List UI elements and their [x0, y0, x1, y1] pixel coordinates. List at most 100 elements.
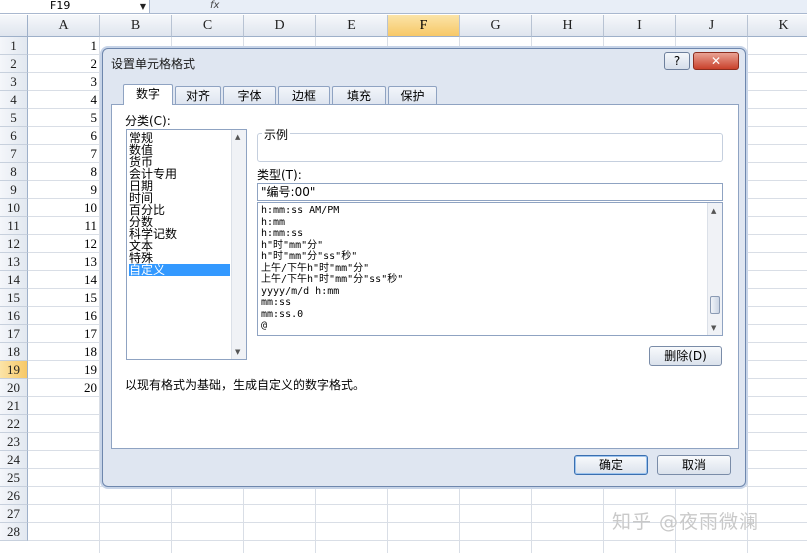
row-header[interactable]: 19	[0, 361, 28, 379]
cell[interactable]: 10	[28, 199, 100, 217]
cancel-button[interactable]: 取消	[657, 455, 731, 475]
dialog-title: 设置单元格格式	[111, 57, 196, 71]
row-header[interactable]: 20	[0, 379, 28, 397]
cell[interactable]: 11	[28, 217, 100, 235]
row-header[interactable]: 22	[0, 415, 28, 433]
category-scrollbar[interactable]: ▲ ▼	[231, 130, 246, 359]
row-header[interactable]: 28	[0, 523, 28, 541]
row-header[interactable]: 13	[0, 253, 28, 271]
scroll-thumb[interactable]	[710, 296, 720, 314]
select-all-corner[interactable]	[0, 15, 28, 37]
column-header[interactable]: I	[604, 15, 676, 37]
scroll-up-icon[interactable]: ▲	[235, 133, 240, 141]
tab-6[interactable]: 保护	[388, 86, 437, 105]
close-button[interactable]: ✕	[693, 52, 739, 70]
row-header[interactable]: 15	[0, 289, 28, 307]
column-header[interactable]: E	[316, 15, 388, 37]
cell[interactable]: 15	[28, 289, 100, 307]
row-header[interactable]: 10	[0, 199, 28, 217]
type-input[interactable]: "编号:00"	[257, 183, 723, 201]
row-header[interactable]: 5	[0, 109, 28, 127]
column-header[interactable]: A	[28, 15, 100, 37]
row-header[interactable]: 7	[0, 145, 28, 163]
formula-bar: F19 ▼ fx	[0, 0, 807, 14]
category-item[interactable]: 自定义	[129, 264, 230, 276]
cell[interactable]: 19	[28, 361, 100, 379]
row-header[interactable]: 4	[0, 91, 28, 109]
format-item[interactable]: h:mm:ss	[261, 228, 303, 239]
column-header[interactable]: G	[460, 15, 532, 37]
ok-button[interactable]: 确定	[574, 455, 648, 475]
scroll-down-icon[interactable]: ▼	[711, 324, 716, 332]
cell[interactable]: 1	[28, 37, 100, 55]
format-item[interactable]: h"时"mm"分"	[261, 240, 323, 251]
row-header[interactable]: 26	[0, 487, 28, 505]
row-header[interactable]: 2	[0, 55, 28, 73]
row-header[interactable]: 24	[0, 451, 28, 469]
cell[interactable]: 6	[28, 127, 100, 145]
row-header[interactable]: 23	[0, 433, 28, 451]
column-header[interactable]: B	[100, 15, 172, 37]
fx-icon[interactable]: fx	[210, 0, 219, 12]
row-header[interactable]: 14	[0, 271, 28, 289]
format-item[interactable]: h:mm	[261, 217, 285, 228]
column-header[interactable]: J	[676, 15, 748, 37]
column-header[interactable]: F	[388, 15, 460, 37]
tab-1[interactable]: 数字	[123, 84, 173, 105]
row-header[interactable]: 27	[0, 505, 28, 523]
row-header[interactable]: 11	[0, 217, 28, 235]
sample-box	[257, 133, 723, 162]
cell[interactable]: 16	[28, 307, 100, 325]
format-item[interactable]: 上午/下午h"时"mm"分"	[261, 263, 369, 274]
row-header[interactable]: 12	[0, 235, 28, 253]
format-list[interactable]: h:mm:ss AM/PM h:mm h:mm:ss h"时"mm"分" h"时"mm"…	[257, 202, 723, 336]
cell[interactable]: 3	[28, 73, 100, 91]
cell[interactable]: 9	[28, 181, 100, 199]
cell[interactable]: 4	[28, 91, 100, 109]
row-header[interactable]: 17	[0, 325, 28, 343]
column-header[interactable]: C	[172, 15, 244, 37]
tab-2[interactable]: 对齐	[175, 86, 221, 105]
row-header[interactable]: 9	[0, 181, 28, 199]
column-header[interactable]: D	[244, 15, 316, 37]
row-header[interactable]: 6	[0, 127, 28, 145]
format-item[interactable]: h"时"mm"分"ss"秒"	[261, 251, 357, 262]
tab-4[interactable]: 边框	[278, 86, 330, 105]
cell[interactable]: 5	[28, 109, 100, 127]
name-box[interactable]: F19 ▼	[0, 0, 150, 13]
cell[interactable]: 7	[28, 145, 100, 163]
format-item[interactable]: @	[261, 320, 267, 331]
help-button[interactable]: ?	[664, 52, 690, 70]
tab-5[interactable]: 填充	[332, 86, 386, 105]
row-header[interactable]: 16	[0, 307, 28, 325]
cell[interactable]: 17	[28, 325, 100, 343]
format-scrollbar[interactable]: ▲ ▼	[707, 203, 722, 335]
cell[interactable]: 12	[28, 235, 100, 253]
category-label: 分类(C):	[125, 114, 171, 128]
row-header[interactable]: 18	[0, 343, 28, 361]
cell[interactable]: 8	[28, 163, 100, 181]
cell[interactable]: 20	[28, 379, 100, 397]
cell[interactable]: 18	[28, 343, 100, 361]
format-item[interactable]: mm:ss.0	[261, 309, 303, 320]
scroll-down-icon[interactable]: ▼	[235, 348, 240, 356]
row-header[interactable]: 25	[0, 469, 28, 487]
category-list[interactable]: 常规 数值 货币 会计专用 日期 时间 百分比 分数 科学记数 文本 特殊 自定义 ▲ ▼	[126, 129, 247, 360]
delete-button[interactable]: 删除(D)	[649, 346, 722, 366]
cell[interactable]: 2	[28, 55, 100, 73]
row-header[interactable]: 8	[0, 163, 28, 181]
row-header[interactable]: 1	[0, 37, 28, 55]
cell[interactable]: 14	[28, 271, 100, 289]
format-item[interactable]: 上午/下午h"时"mm"分"ss"秒"	[261, 274, 403, 285]
chevron-down-icon[interactable]: ▼	[140, 1, 146, 13]
format-item[interactable]: mm:ss	[261, 297, 291, 308]
format-item[interactable]: yyyy/m/d h:mm	[261, 286, 339, 297]
row-header[interactable]: 3	[0, 73, 28, 91]
column-header[interactable]: H	[532, 15, 604, 37]
scroll-up-icon[interactable]: ▲	[711, 207, 716, 215]
cell[interactable]: 13	[28, 253, 100, 271]
tab-3[interactable]: 字体	[223, 86, 276, 105]
format-item[interactable]: h:mm:ss AM/PM	[261, 205, 339, 216]
row-header[interactable]: 21	[0, 397, 28, 415]
column-header[interactable]: K	[748, 15, 807, 37]
